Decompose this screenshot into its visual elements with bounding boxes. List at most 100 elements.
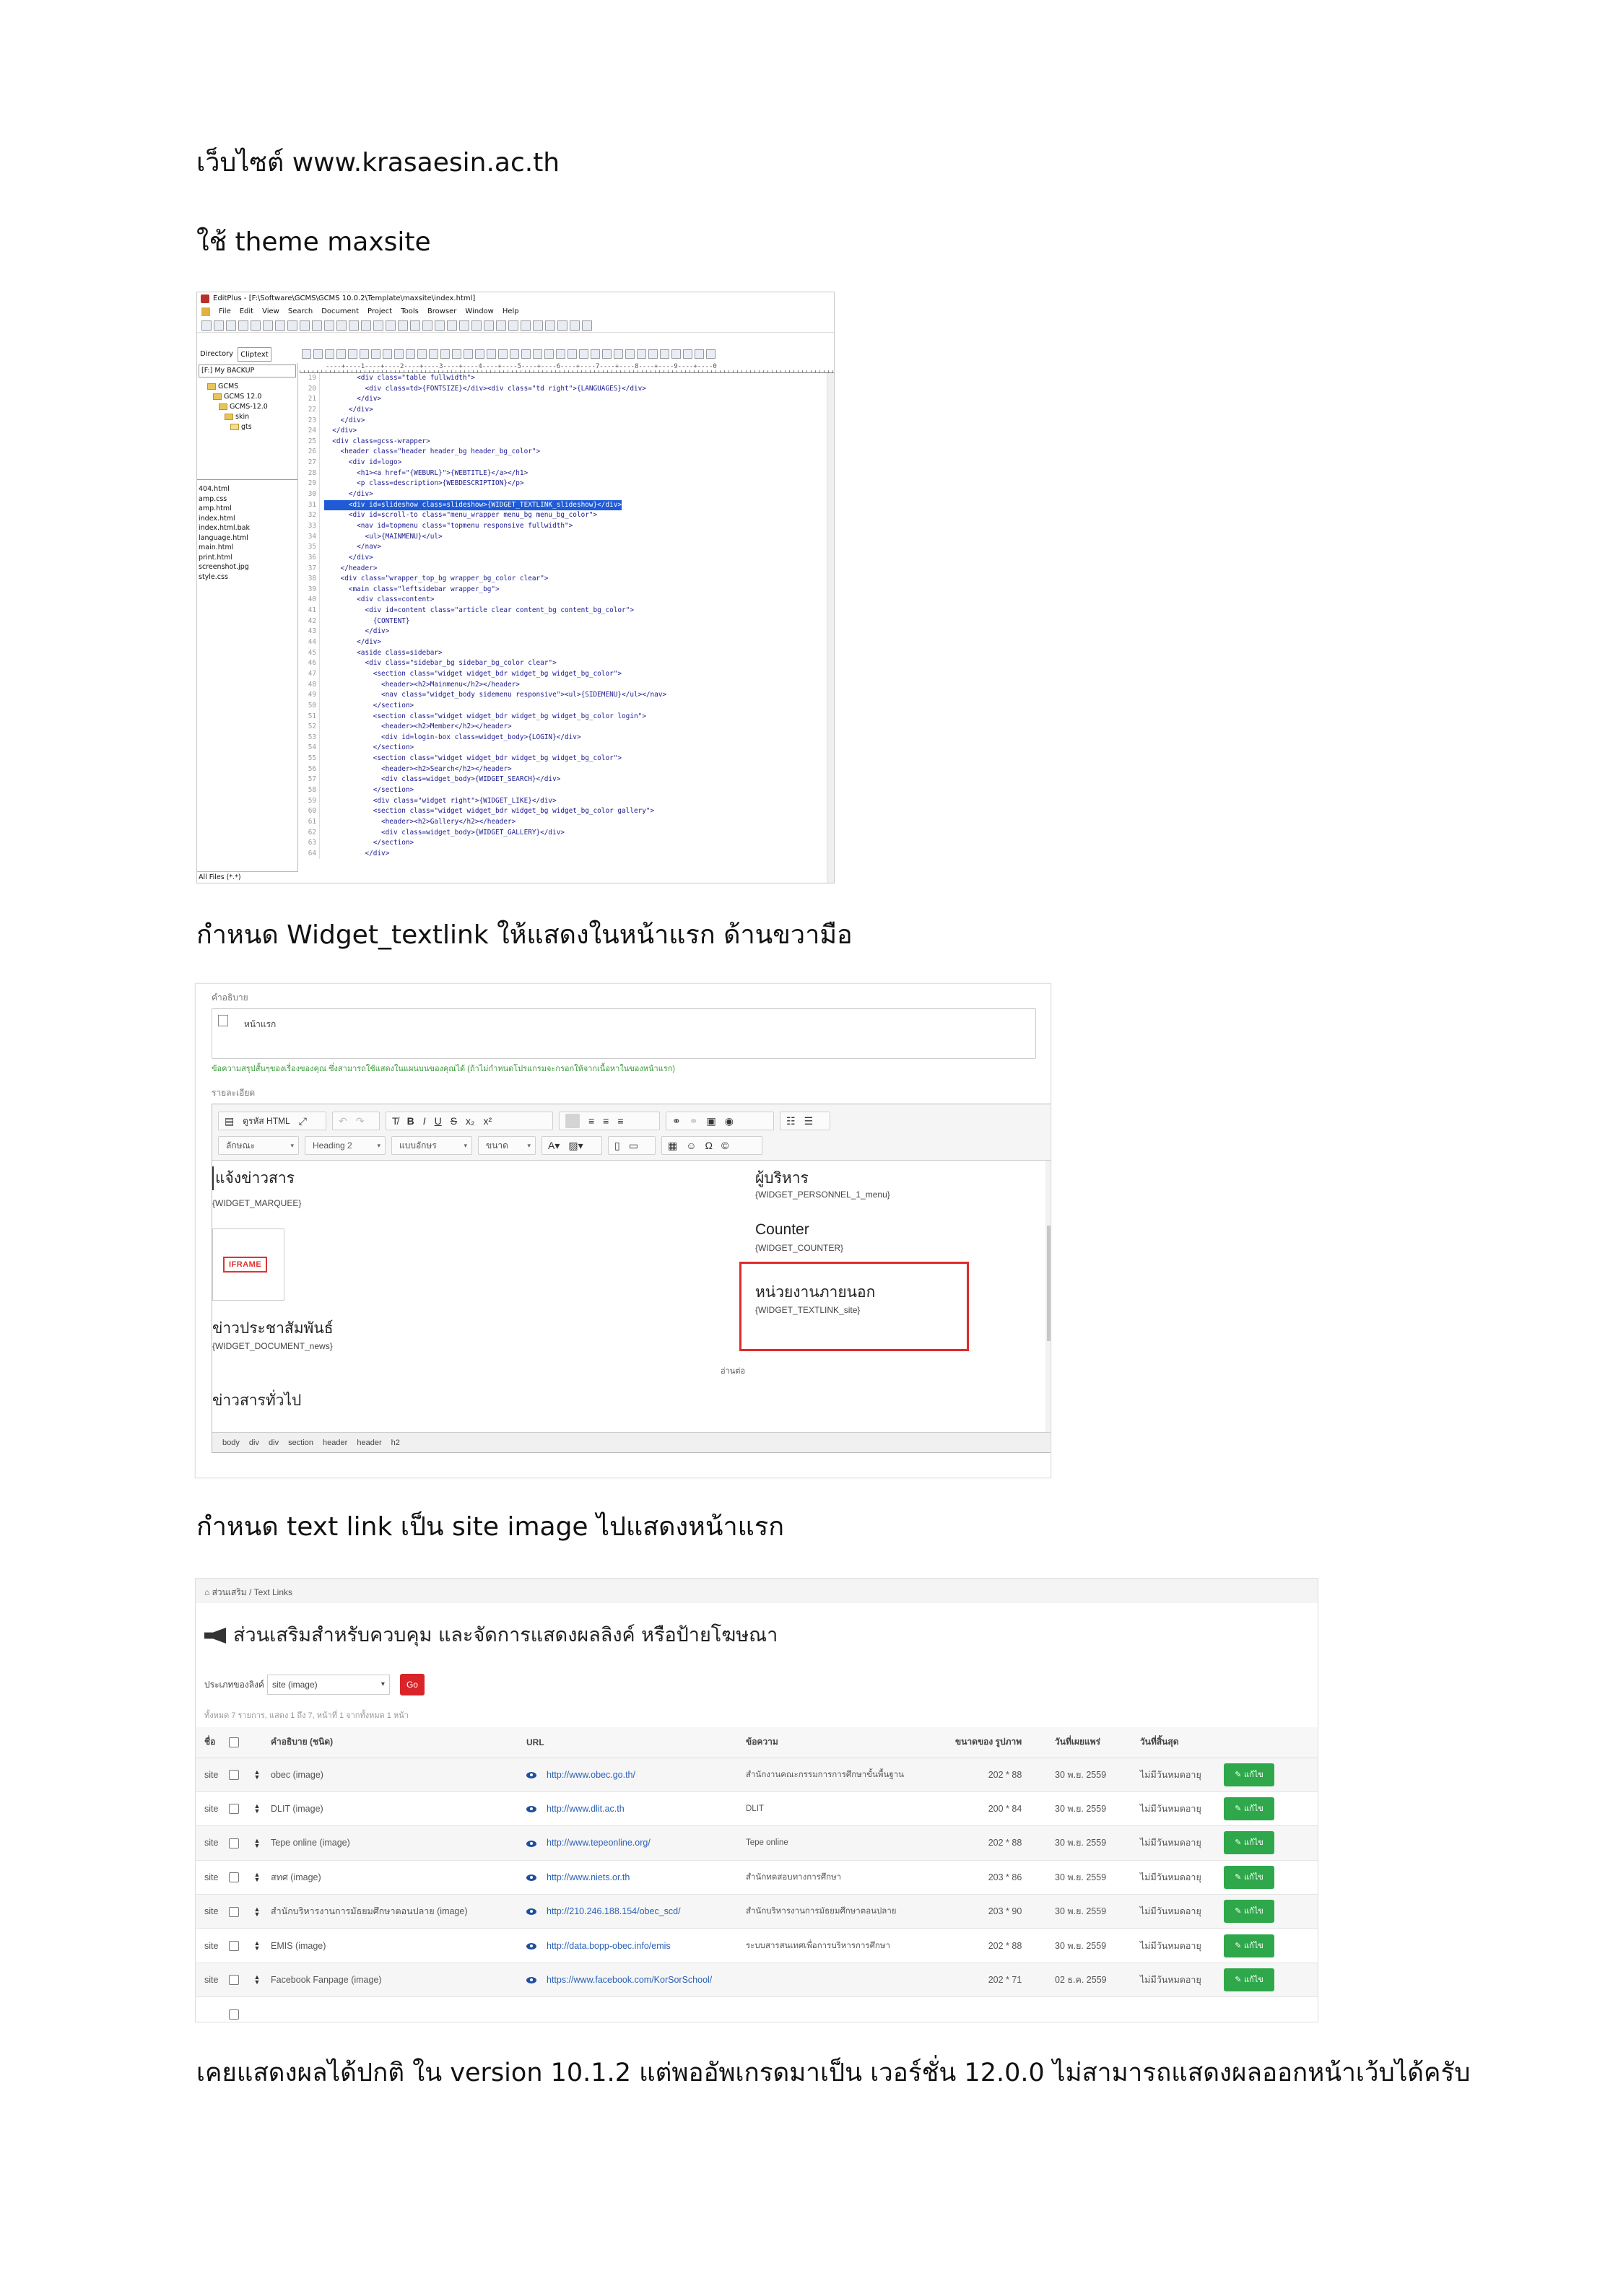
eye-icon[interactable] — [526, 1874, 536, 1882]
menu-item[interactable]: Help — [503, 305, 519, 318]
select-all-checkbox[interactable] — [229, 1737, 239, 1748]
toolbar-button-icon[interactable] — [251, 320, 261, 331]
toolbar-button-icon[interactable] — [410, 320, 420, 331]
row-url[interactable]: https://www.facebook.com/KorSorSchool/ — [547, 1975, 712, 1985]
toolbar-button-icon[interactable] — [471, 320, 482, 331]
toolbar-button-icon[interactable] — [398, 320, 408, 331]
row-url[interactable]: http://210.246.188.154/obec_scd/ — [547, 1906, 681, 1916]
scroll-thumb[interactable] — [1047, 1226, 1051, 1341]
special-char-icon[interactable]: Ω — [705, 1140, 713, 1151]
folder-item[interactable]: GCMS-12.0 — [197, 402, 297, 412]
unlink-icon[interactable]: ⚭ — [690, 1115, 698, 1127]
format-button-icon[interactable] — [660, 349, 669, 359]
toolbar-button-icon[interactable] — [435, 320, 445, 331]
file-item[interactable]: amp.html — [199, 504, 296, 514]
go-button[interactable]: Go — [399, 1674, 425, 1695]
numbered-list-icon[interactable]: ☷ — [786, 1115, 796, 1127]
file-item[interactable]: style.css — [199, 572, 296, 582]
format-button-icon[interactable] — [648, 349, 658, 359]
format-button-icon[interactable] — [671, 349, 681, 359]
edit-button[interactable]: ✎ แก้ไข — [1224, 1763, 1274, 1786]
toolbar-button-icon[interactable] — [557, 320, 567, 331]
smiley-icon[interactable]: ☺ — [686, 1140, 696, 1151]
drag-sort-icon[interactable]: ▲ ▼ — [253, 1837, 261, 1848]
toolbar-button-icon[interactable] — [508, 320, 518, 331]
col-text[interactable]: ข้อความ — [746, 1727, 955, 1758]
format-button-icon[interactable] — [336, 349, 346, 359]
toolbar-button-icon[interactable] — [201, 320, 212, 331]
eye-icon[interactable] — [526, 1771, 536, 1778]
format-button-icon[interactable] — [706, 349, 716, 359]
format-button-icon[interactable] — [498, 349, 508, 359]
eye-icon[interactable] — [526, 1977, 536, 1984]
eye-icon[interactable] — [526, 1908, 536, 1916]
toolbar-button-icon[interactable] — [336, 320, 347, 331]
toolbar-button-icon[interactable] — [570, 320, 580, 331]
format-button-icon[interactable] — [521, 349, 531, 359]
toolbar-button-icon[interactable] — [373, 320, 383, 331]
format-button-icon[interactable] — [440, 349, 450, 359]
col-description[interactable]: คำอธิบาย (ชนิด) — [271, 1727, 526, 1758]
row-checkbox[interactable] — [229, 1872, 239, 1883]
toolbar-button-icon[interactable] — [349, 320, 359, 331]
folder-item[interactable]: GCMS — [197, 382, 297, 392]
flash-icon[interactable]: ◉ — [725, 1115, 734, 1127]
file-item[interactable]: print.html — [199, 553, 296, 563]
redo-icon[interactable]: ↷ — [356, 1115, 365, 1127]
toolbar-button-icon[interactable] — [324, 320, 334, 331]
file-item[interactable]: amp.css — [199, 494, 296, 505]
editor-content[interactable]: แจ้งข่าวสาร {WIDGET_MARQUEE} IFRAME ข่าว… — [212, 1161, 1045, 1432]
format-button-icon[interactable] — [394, 349, 404, 359]
show-blocks-icon[interactable]: ▯ — [614, 1140, 620, 1152]
drag-sort-icon[interactable]: ▲ ▼ — [253, 1872, 261, 1883]
eye-icon[interactable] — [526, 1942, 536, 1950]
toolbar-button-icon[interactable] — [496, 320, 506, 331]
toolbar-button-icon[interactable] — [275, 320, 285, 331]
link-icon[interactable]: ⚭ — [672, 1115, 681, 1127]
format-button-icon[interactable] — [487, 349, 496, 359]
edit-button[interactable]: ✎ แก้ไข — [1224, 1797, 1274, 1821]
toolbar-button-icon[interactable] — [238, 320, 248, 331]
format-button-icon[interactable] — [429, 349, 438, 359]
menu-item[interactable]: Window — [465, 305, 493, 318]
format-button-icon[interactable] — [325, 349, 334, 359]
undo-icon[interactable]: ↶ — [339, 1115, 347, 1127]
col-end[interactable]: วันที่สิ้นสุด — [1140, 1727, 1224, 1758]
code-area[interactable]: 19 <div class="table fullwidth"> 20 <div … — [300, 373, 834, 860]
toolbar-button-icon[interactable] — [361, 320, 371, 331]
italic-icon[interactable]: I — [423, 1115, 426, 1127]
col-name[interactable]: ชื่อ — [196, 1727, 229, 1758]
description-textarea[interactable]: หน้าแรก — [212, 1008, 1036, 1059]
editor-scrollbar[interactable] — [1045, 1161, 1051, 1432]
menu-item[interactable]: Browser — [427, 305, 457, 318]
format-button-icon[interactable] — [348, 349, 357, 359]
format-button-icon[interactable] — [579, 349, 588, 359]
row-checkbox[interactable] — [229, 1941, 239, 1951]
drag-sort-icon[interactable]: ▲ ▼ — [253, 1769, 261, 1781]
edit-button[interactable]: ✎ แก้ไข — [1224, 1968, 1274, 1992]
format-button-icon[interactable] — [637, 349, 646, 359]
format-button-icon[interactable] — [313, 349, 323, 359]
format-button-icon[interactable] — [510, 349, 519, 359]
row-url[interactable]: http://data.bopp-obec.info/emis — [547, 1941, 671, 1951]
bullet-list-icon[interactable]: ☰ — [804, 1115, 814, 1127]
folder-item[interactable]: skin — [197, 412, 297, 422]
drive-select[interactable]: [F:] My BACKUP — [199, 365, 296, 377]
menu-item[interactable]: View — [262, 305, 279, 318]
format-button-icon[interactable] — [602, 349, 612, 359]
toolbar-button-icon[interactable] — [226, 320, 236, 331]
strike-icon[interactable]: S — [451, 1115, 457, 1127]
edit-button[interactable]: ✎ แก้ไข — [1224, 1900, 1274, 1924]
drag-sort-icon[interactable]: ▲ ▼ — [253, 1974, 261, 1986]
format-button-icon[interactable] — [360, 349, 369, 359]
row-checkbox[interactable] — [229, 2009, 239, 2020]
menu-item[interactable]: Search — [288, 305, 313, 318]
file-item[interactable]: index.html.bak — [199, 523, 296, 533]
source-button[interactable]: ▤ ดูรหัส HTML ⤢ — [218, 1112, 326, 1130]
iframe-placeholder[interactable]: IFRAME — [212, 1228, 284, 1301]
font-combo[interactable]: แบบอักษร — [391, 1136, 472, 1155]
toolbar-button-icon[interactable] — [422, 320, 432, 331]
toolbar-button-icon[interactable] — [312, 320, 322, 331]
templates-icon[interactable]: ▭ — [629, 1140, 638, 1152]
toolbar-button-icon[interactable] — [447, 320, 457, 331]
